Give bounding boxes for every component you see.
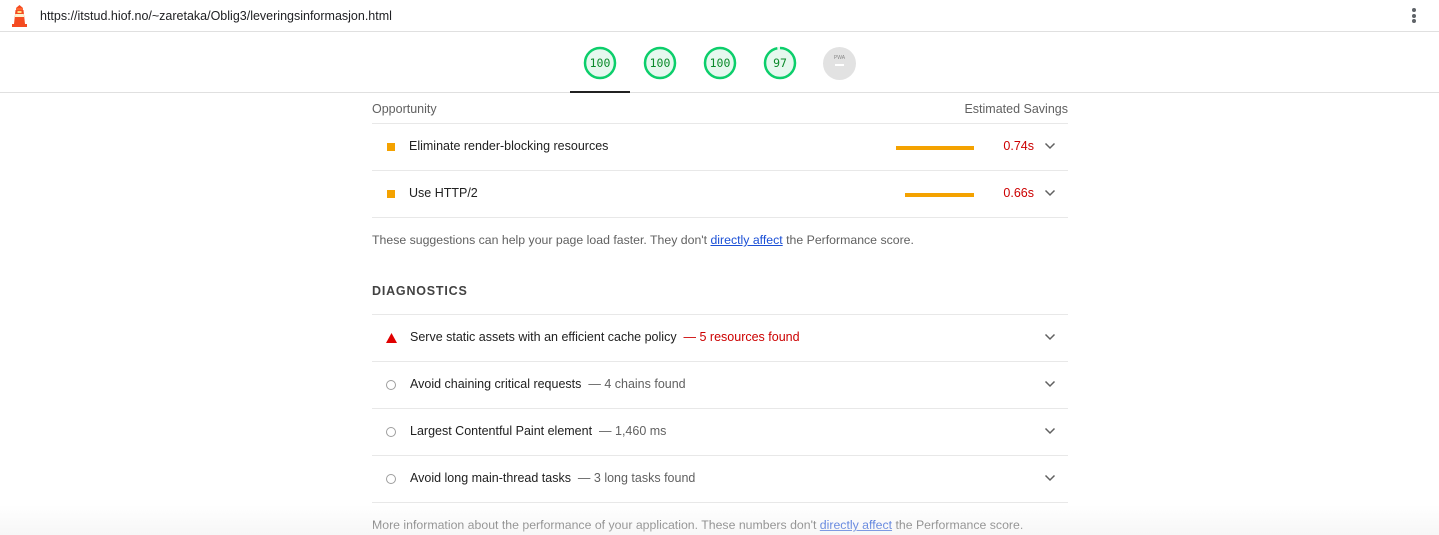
audit-meta: — 3 long tasks found <box>577 471 696 485</box>
gauge-best-practices[interactable]: 100 <box>703 46 737 80</box>
average-square-icon <box>387 143 395 151</box>
fail-triangle-icon <box>386 333 397 343</box>
chevron-down-icon[interactable] <box>1044 380 1056 388</box>
directly-affect-link[interactable]: directly affect <box>820 518 892 532</box>
chevron-down-icon[interactable] <box>1044 474 1056 482</box>
gauge-seo[interactable]: 97 <box>763 46 797 80</box>
page-url[interactable]: https://itstud.hiof.no/~zaretaka/Oblig3/… <box>40 9 392 23</box>
divider <box>372 217 1068 218</box>
gauge-performance[interactable]: 100 <box>583 46 617 80</box>
more-options-icon[interactable] <box>1406 7 1422 25</box>
gauge-score: 100 <box>649 56 671 70</box>
audit-meta: — 1,460 ms <box>599 424 667 438</box>
note-text: These suggestions can help your page loa… <box>372 233 711 247</box>
score-gauges: 100 100 100 97 PWA <box>0 32 1439 93</box>
divider <box>372 502 1068 503</box>
info-circle-icon <box>386 380 396 390</box>
audit-title: Largest Contentful Paint element — 1,460… <box>410 424 667 438</box>
note-text: More information about the performance o… <box>372 518 820 532</box>
pwa-dash-icon <box>835 64 844 66</box>
chevron-down-icon[interactable] <box>1044 333 1056 341</box>
average-square-icon <box>387 190 395 198</box>
diagnostic-row[interactable]: Serve static assets with an efficient ca… <box>372 314 1068 361</box>
audit-title: Serve static assets with an efficient ca… <box>410 330 800 344</box>
gauge-score: 100 <box>709 56 731 70</box>
opportunity-row[interactable]: Use HTTP/2 0.66s <box>372 170 1068 217</box>
opportunity-row[interactable]: Eliminate render-blocking resources 0.74… <box>372 123 1068 170</box>
opportunity-header: Opportunity Estimated Savings <box>372 102 1068 118</box>
audit-title: Eliminate render-blocking resources <box>409 139 609 153</box>
audit-title: Use HTTP/2 <box>409 186 478 200</box>
opportunity-header-label: Opportunity <box>372 102 437 116</box>
savings-value: 0.66s <box>1003 186 1034 200</box>
audit-title: Avoid chaining critical requests — 4 cha… <box>410 377 686 391</box>
savings-value: 0.74s <box>1003 139 1034 153</box>
chevron-down-icon[interactable] <box>1044 189 1056 197</box>
gauge-score: 100 <box>589 56 611 70</box>
note-text: the Performance score. <box>782 233 914 247</box>
info-circle-icon <box>386 474 396 484</box>
diagnostics-heading: DIAGNOSTICS <box>372 284 468 298</box>
opportunity-note: These suggestions can help your page loa… <box>372 233 914 247</box>
gauge-score: 97 <box>773 56 787 70</box>
diagnostic-row[interactable]: Largest Contentful Paint element — 1,460… <box>372 408 1068 455</box>
note-text: the Performance score. <box>892 518 1024 532</box>
diagnostic-row[interactable]: Avoid long main-thread tasks — 3 long ta… <box>372 455 1068 502</box>
chevron-down-icon[interactable] <box>1044 142 1056 150</box>
active-gauge-underline <box>570 91 630 93</box>
chevron-down-icon[interactable] <box>1044 427 1056 435</box>
browser-url-bar: https://itstud.hiof.no/~zaretaka/Oblig3/… <box>0 0 1439 32</box>
info-circle-icon <box>386 427 396 437</box>
lighthouse-logo-icon <box>12 5 27 27</box>
audit-meta: — 4 chains found <box>588 377 686 391</box>
savings-bar <box>905 193 974 197</box>
estimated-savings-header: Estimated Savings <box>964 102 1068 116</box>
directly-affect-link[interactable]: directly affect <box>710 233 782 247</box>
audit-title: Avoid long main-thread tasks — 3 long ta… <box>410 471 696 485</box>
audit-meta: — 5 resources found <box>683 330 800 344</box>
pwa-label: PWA <box>833 55 846 61</box>
diagnostics-note: More information about the performance o… <box>372 518 1023 532</box>
diagnostic-row[interactable]: Avoid chaining critical requests — 4 cha… <box>372 361 1068 408</box>
savings-bar <box>896 146 974 150</box>
gauge-pwa[interactable]: PWA <box>823 47 856 80</box>
gauge-accessibility[interactable]: 100 <box>643 46 677 80</box>
